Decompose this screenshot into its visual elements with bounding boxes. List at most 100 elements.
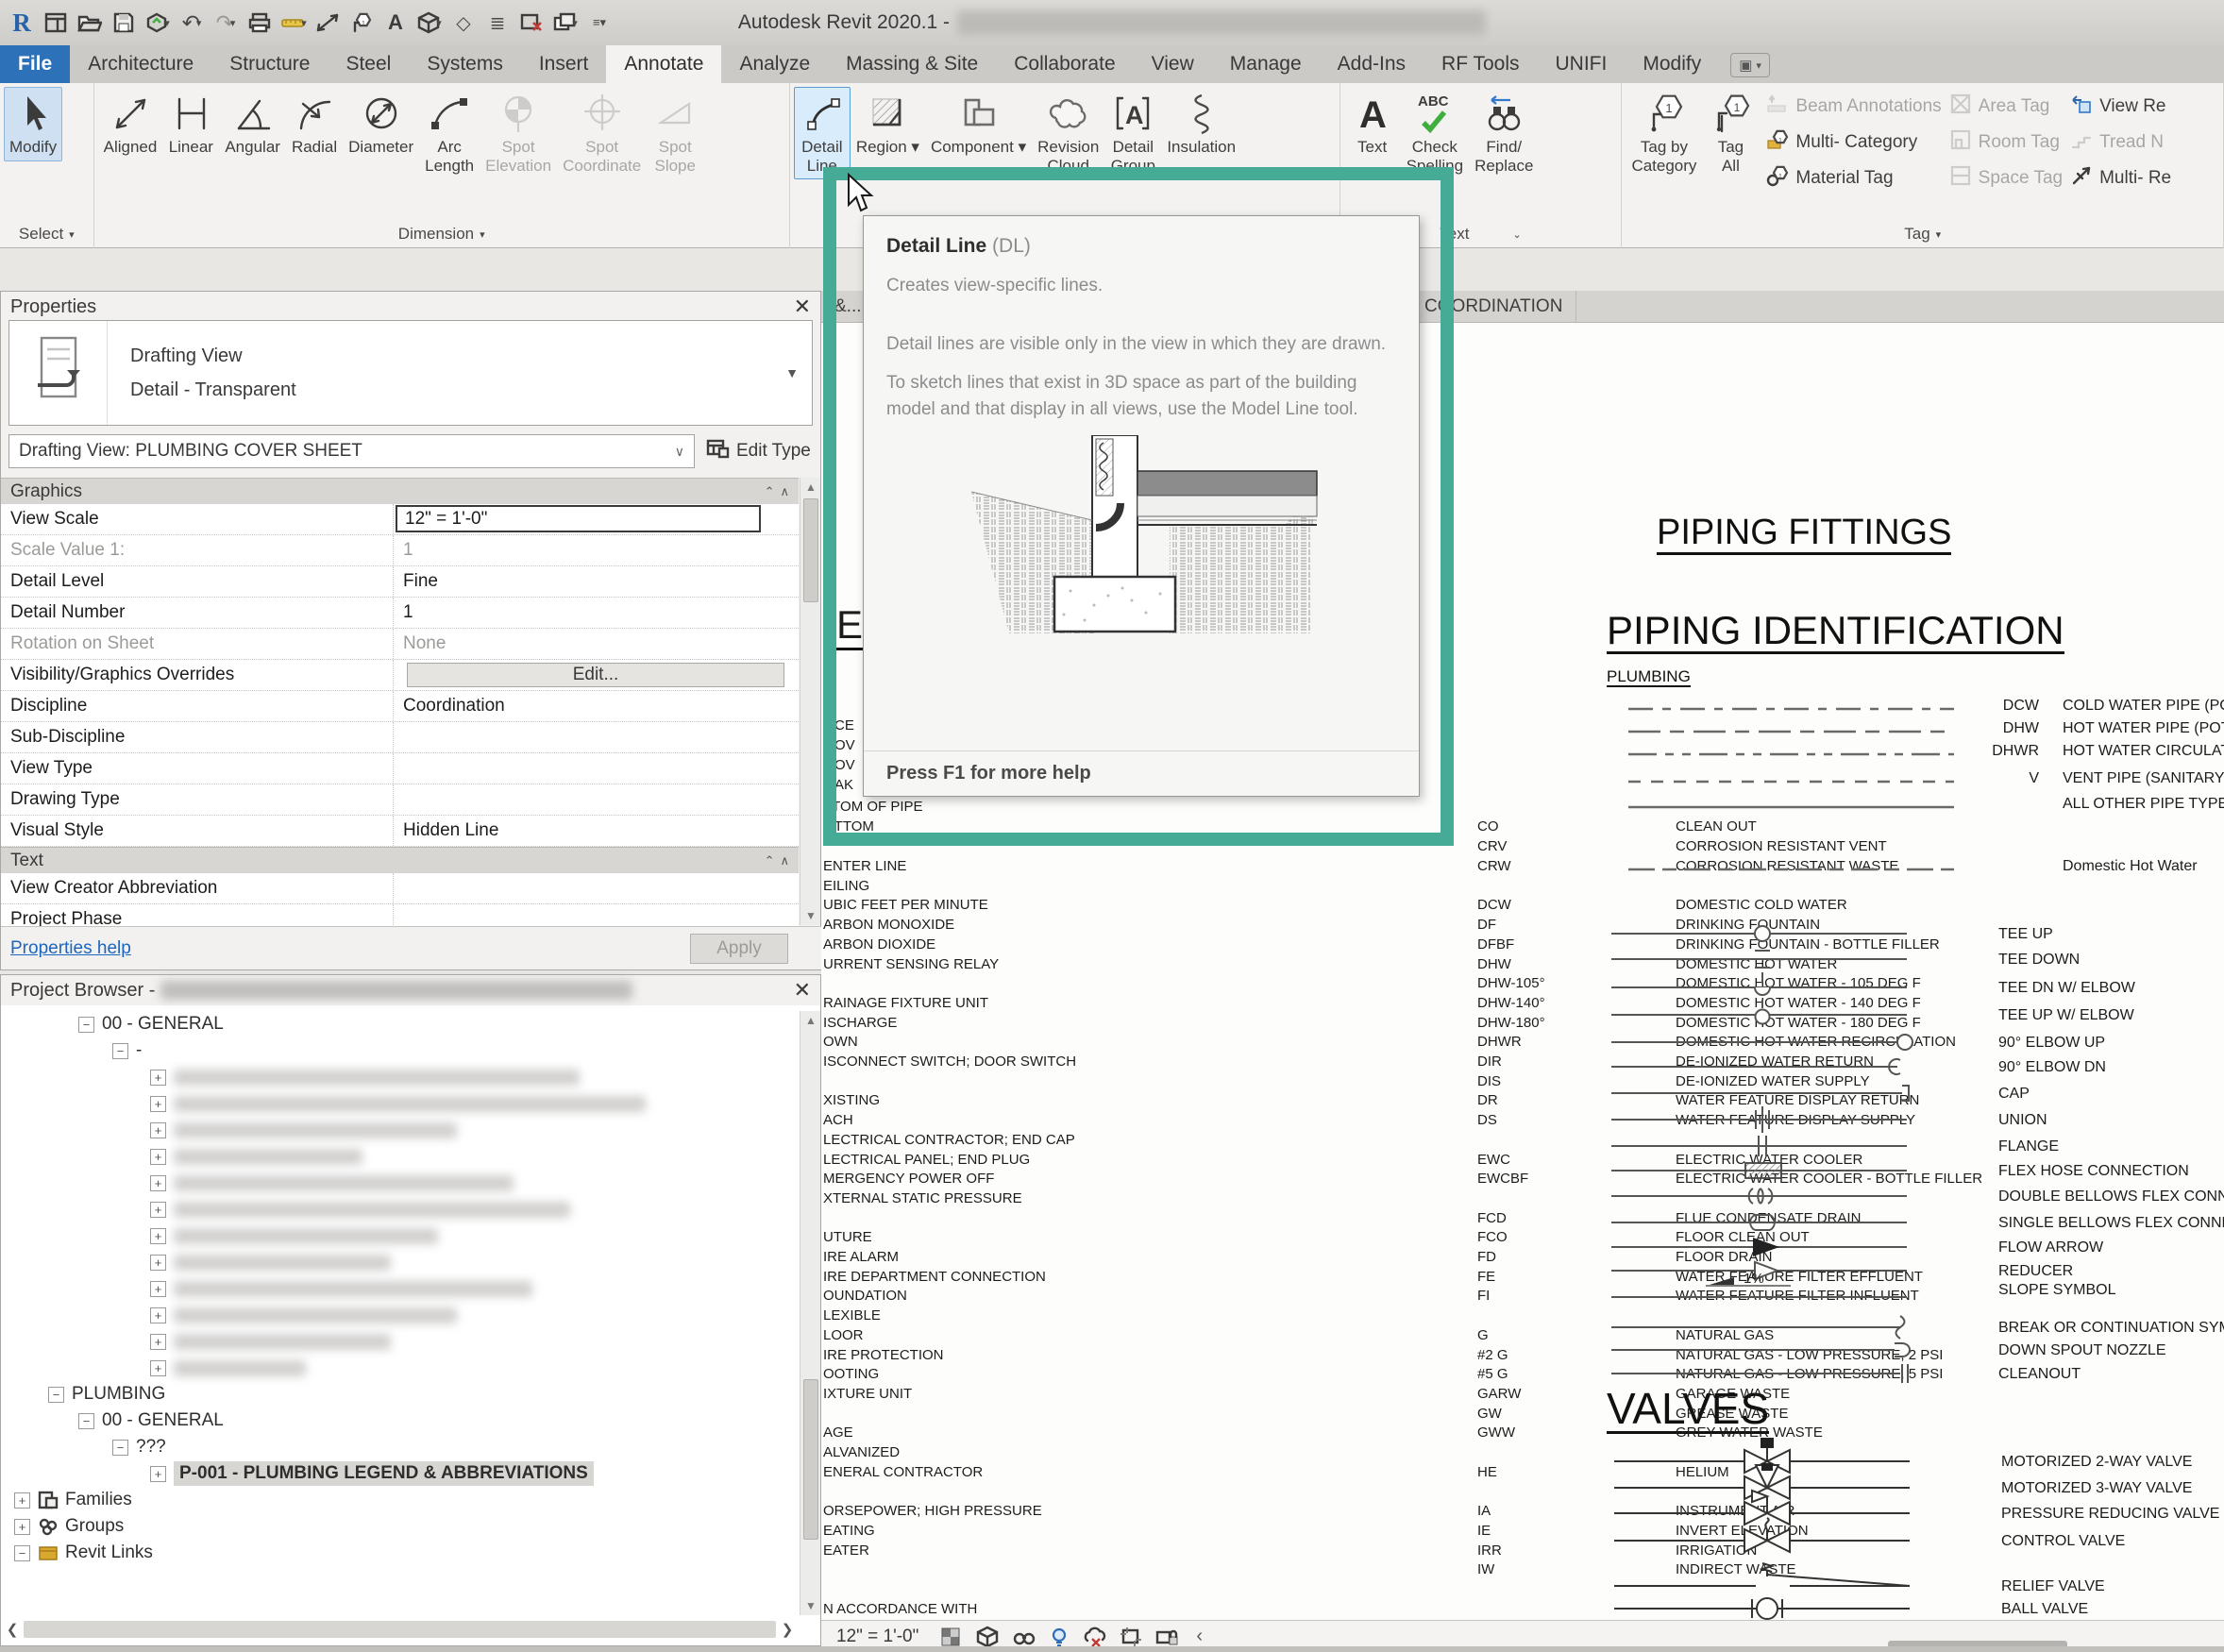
type-selector[interactable]: Drafting View Detail - Transparent ▼ [8,320,813,426]
diameter-button[interactable]: Diameter [343,87,419,161]
chevron-down-icon[interactable]: ▼ [785,365,812,380]
window-dropdown-icon[interactable]: ▣ ▾ [1730,53,1770,77]
value[interactable]: 1 [403,602,413,622]
tab-insert[interactable]: Insert [521,45,607,83]
tab-systems[interactable]: Systems [409,45,521,83]
tree-expander-icon[interactable]: − [112,1439,128,1456]
value[interactable]: Fine [403,571,438,591]
tab-unifi[interactable]: UNIFI [1538,45,1626,83]
value[interactable]: None [403,633,446,653]
tab-rf-tools[interactable]: RF Tools [1424,45,1537,83]
tree-expander-icon[interactable]: − [112,1042,128,1059]
value[interactable]: Coordination [403,696,505,716]
tree-item-blurred[interactable]: + [1,1249,799,1275]
modify-button[interactable]: Modify [4,87,63,161]
tree-item-00-general[interactable]: −00 - GENERAL [1,1408,799,1434]
tree-item-blurred[interactable]: + [1,1143,799,1170]
tab-modify[interactable]: Modify [1625,45,1719,83]
sun-path-icon[interactable] [1009,1625,1037,1649]
detail-level-icon[interactable] [937,1625,966,1649]
tree-expander-icon[interactable]: + [150,1333,166,1350]
tree-expander-icon[interactable]: + [150,1069,166,1086]
properties-scrollbar[interactable]: ▲ ▼ [800,478,820,925]
tree-expander-icon[interactable]: + [150,1148,166,1165]
tag-by-category-button[interactable]: 1 Tag by Category [1626,87,1702,179]
save-icon[interactable] [108,6,140,40]
tag-by-category-icon[interactable]: 1 [345,6,378,40]
tab-manage[interactable]: Manage [1212,45,1320,83]
tab-structure[interactable]: Structure [211,45,328,83]
tree-item-groups[interactable]: + Groups [1,1513,799,1540]
aligned-dimension-icon[interactable] [312,6,344,40]
tree-expander-icon[interactable]: + [150,1174,166,1191]
file-window-icon[interactable] [40,6,72,40]
tab-annotate[interactable]: Annotate [606,45,722,83]
panel-label-select[interactable]: Select ▾ [0,220,93,248]
tree-expander-icon[interactable]: − [78,1412,94,1429]
tree-expander-icon[interactable]: + [150,1227,166,1244]
tree-expander-icon[interactable]: + [150,1121,166,1138]
close-icon[interactable]: ✕ [794,978,811,1003]
tab-massing-site[interactable]: Massing & Site [828,45,996,83]
reveal-hidden-icon[interactable] [1045,1625,1073,1649]
section-text[interactable]: Text ⌃ ∧ [1,847,799,873]
switch-windows-icon[interactable]: ▾ [549,6,581,40]
radial-button[interactable]: Radial [286,87,343,161]
undo-icon[interactable]: ↶ ▾ [176,6,208,40]
tree-expander-icon[interactable]: + [150,1465,166,1482]
tab-add-ins[interactable]: Add-Ins [1320,45,1424,83]
close-hidden-windows-icon[interactable] [515,6,548,40]
thin-lines-icon[interactable]: ≣ [481,6,514,40]
tree-expander-icon[interactable]: − [48,1386,64,1403]
close-icon[interactable]: ✕ [794,295,811,319]
detail-line-button[interactable]: Detail Line [793,87,851,180]
tab-analyze[interactable]: Analyze [721,45,828,83]
crop-view-icon[interactable] [1117,1625,1145,1649]
tree-item-blurred[interactable]: + [1,1328,799,1355]
detail-group-button[interactable]: A Detail Group [1104,87,1161,179]
tree-expander-icon[interactable]: + [150,1280,166,1297]
tree-item-blurred[interactable]: + [1,1170,799,1196]
open-icon[interactable] [74,6,106,40]
tree-expander-icon[interactable]: + [150,1201,166,1218]
tree-item-blurred[interactable]: + [1,1222,799,1249]
tree-item-plumbing[interactable]: − PLUMBING [1,1381,799,1408]
tree-item--[interactable]: −??? [1,1434,799,1460]
multi-category-button[interactable]: 1 Multi- Category [1766,125,1941,160]
section-graphics[interactable]: Graphics ⌃ ∧ [1,478,799,504]
tree-item-blurred[interactable]: + [1,1090,799,1117]
properties-help-link[interactable]: Properties help [10,938,131,959]
visual-style-icon[interactable] [973,1625,1002,1649]
tree-item-blurred[interactable]: + [1,1117,799,1143]
customize-qat-icon[interactable]: ≡▾ [583,6,615,40]
panel-label-dimension[interactable]: Dimension ▾ [94,220,789,248]
insulation-button[interactable]: Insulation [1161,87,1241,161]
tree-expander-icon[interactable]: − [14,1544,30,1561]
value[interactable]: Hidden Line [403,820,498,840]
redo-icon[interactable]: ↷ ▾ [210,6,242,40]
measure-icon[interactable]: ▾ [278,6,310,40]
tree-expander-icon[interactable]: + [150,1254,166,1271]
view-re-button[interactable]: View Re [2070,89,2171,125]
tree-expander-icon[interactable]: + [14,1492,30,1509]
print-icon[interactable] [244,6,276,40]
project-browser-scrollbar[interactable]: ▲ ▼ [800,1011,820,1615]
tab-view[interactable]: View [1134,45,1212,83]
tab-file[interactable]: File [0,45,71,83]
tree-expander-icon[interactable]: + [150,1095,166,1112]
find/-replace-button[interactable]: Find/ Replace [1469,87,1539,179]
section-icon[interactable]: ◇ [447,6,480,40]
apply-button[interactable]: Apply [690,933,788,964]
tab-architecture[interactable]: Architecture [70,45,211,83]
revit-logo-icon[interactable]: R [6,6,38,40]
panel-label-tag[interactable]: Tag ▾ [1622,220,2223,248]
tree-item-blurred[interactable]: + [1,1302,799,1328]
collapse-arrow-icon[interactable]: ‹ [1196,1626,1203,1647]
check-spelling-button[interactable]: ABC Check Spelling [1401,87,1470,179]
text-icon[interactable]: A [379,6,412,40]
tree-item-revit-links[interactable]: − Revit Links [1,1540,799,1566]
tree-item-blurred[interactable]: + [1,1355,799,1381]
arc-length-button[interactable]: Arc Length [419,87,480,179]
view-selector-combobox[interactable]: Drafting View: PLUMBING COVER SHEET ∨ [8,434,695,468]
text-button[interactable]: A Text [1344,87,1401,161]
